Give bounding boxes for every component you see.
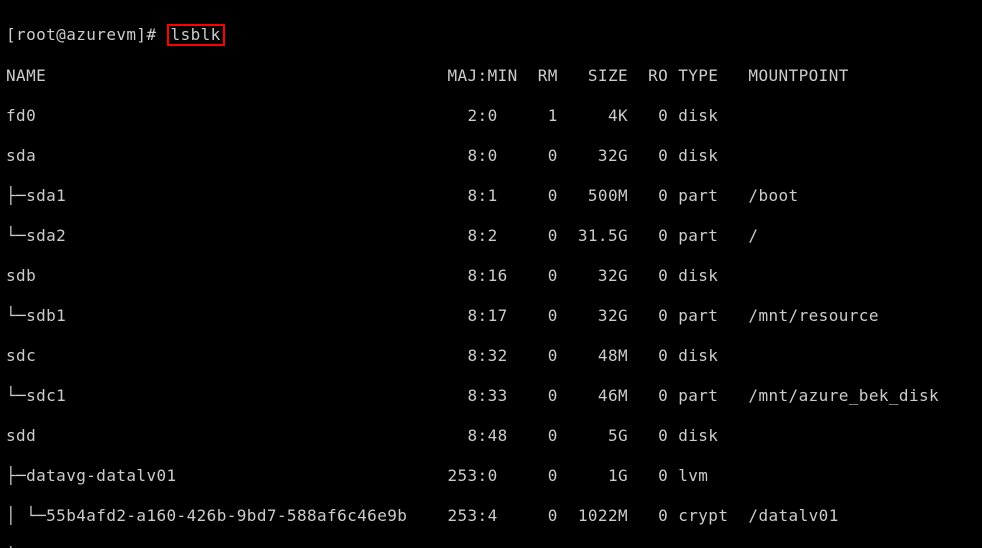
lsblk-row: sdb 8:16 0 32G 0 disk	[6, 266, 976, 286]
lsblk-header: NAME MAJ:MIN RM SIZE RO TYPE MOUNTPOINT	[6, 66, 976, 86]
lsblk-row: sda 8:0 0 32G 0 disk	[6, 146, 976, 166]
lsblk-row: ├─datavg-datalv01 253:0 0 1G 0 lvm	[6, 466, 976, 486]
lsblk-row: └─sda2 8:2 0 31.5G 0 part /	[6, 226, 976, 246]
lsblk-row: ├─sda1 8:1 0 500M 0 part /boot	[6, 186, 976, 206]
lsblk-row: sdc 8:32 0 48M 0 disk	[6, 346, 976, 366]
lsblk-row: │ └─55b4afd2-a160-426b-9bd7-588af6c46e9b…	[6, 506, 976, 526]
lsblk-row: sdd 8:48 0 5G 0 disk	[6, 426, 976, 446]
lsblk-row: └─sdc1 8:33 0 46M 0 part /mnt/azure_bek_…	[6, 386, 976, 406]
lsblk-row: └─sdb1 8:17 0 32G 0 part /mnt/resource	[6, 306, 976, 326]
command-highlight: lsblk	[167, 24, 225, 46]
prompt-text: [root@azurevm]#	[6, 25, 167, 44]
terminal-output: [root@azurevm]# lsblk NAME MAJ:MIN RM SI…	[0, 0, 982, 548]
prompt-line: [root@azurevm]# lsblk	[6, 24, 976, 46]
lsblk-row: fd0 2:0 1 4K 0 disk	[6, 106, 976, 126]
